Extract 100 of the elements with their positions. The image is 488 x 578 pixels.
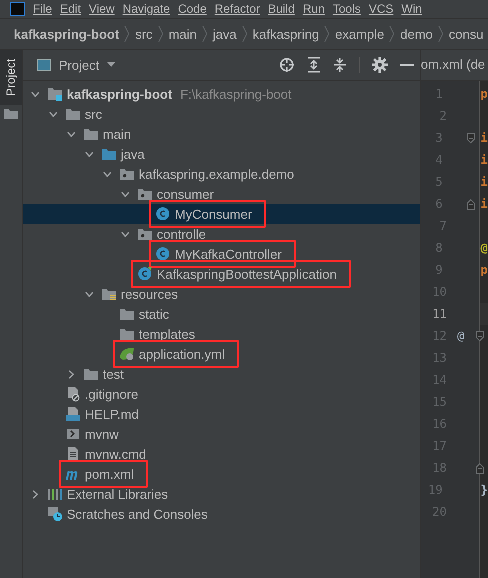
breadcrumb-item[interactable]: src [135, 26, 153, 42]
tree-row[interactable]: External Libraries [23, 484, 420, 504]
script-file-icon [65, 426, 81, 442]
tree-row[interactable]: kafkaspring-boot F:\kafkaspring-boot [23, 84, 420, 104]
tree-row[interactable]: MyKafkaController [23, 244, 420, 264]
gutter-mark: @ [457, 329, 465, 343]
chevron-icon[interactable] [121, 190, 130, 198]
menu-item[interactable]: Win [402, 2, 422, 16]
class-icon [137, 266, 153, 282]
tree-row[interactable]: static [23, 304, 420, 324]
tree-row[interactable]: test [23, 364, 420, 384]
menu-item[interactable]: Run [302, 2, 325, 16]
tree-row[interactable]: KafkaspringBoottestApplication [23, 264, 420, 284]
expand-all-icon[interactable] [307, 57, 321, 73]
class-icon [155, 246, 171, 262]
library-icon [47, 486, 63, 502]
app-icon[interactable] [10, 2, 25, 16]
chevron-icon [389, 24, 396, 44]
tree-row[interactable]: application.yml [23, 344, 420, 364]
tree-row[interactable]: controlle [23, 224, 420, 244]
code-text: } [480, 483, 488, 497]
chevron-icon [124, 24, 130, 44]
chevron-icon[interactable] [31, 90, 40, 98]
menu-item[interactable]: Tools [332, 2, 361, 16]
tree-row[interactable]: mvnw [23, 424, 420, 444]
markdown-file-icon [65, 406, 81, 422]
tree-row[interactable]: consumer [23, 184, 420, 204]
folder-icon [83, 126, 99, 142]
chevron-icon [202, 24, 208, 44]
package-icon [137, 226, 153, 242]
project-tool-tab[interactable]: Project [0, 50, 22, 105]
tree-row[interactable]: mvnw.cmd [23, 444, 420, 464]
chevron-icon [242, 24, 248, 44]
menu-item[interactable]: Code [178, 2, 207, 16]
code-text: @ [480, 241, 488, 255]
menu-item[interactable]: Refactor [214, 2, 260, 16]
file-icon [65, 386, 81, 402]
folder-icon [65, 106, 81, 122]
view-selector[interactable]: Project [37, 58, 116, 72]
chevron-icon[interactable] [103, 170, 112, 178]
unfold-icon[interactable] [466, 198, 475, 210]
chevron-icon [438, 24, 444, 44]
chevron-icon[interactable] [85, 290, 94, 298]
package-icon [119, 166, 135, 182]
code-text: i [480, 131, 488, 145]
folder-icon [83, 366, 99, 382]
tree-row[interactable]: pom.xml [23, 464, 420, 484]
tree-row[interactable]: java [23, 144, 420, 164]
chevron-icon[interactable] [31, 490, 40, 498]
locate-icon[interactable] [279, 57, 295, 73]
breadcrumb-item[interactable]: main [168, 26, 197, 42]
chevron-icon[interactable] [121, 230, 130, 238]
chevron-icon [324, 24, 330, 44]
tree-row[interactable]: kafkaspring.example.demo [23, 164, 420, 184]
breadcrumb-item[interactable]: consu [449, 26, 484, 42]
class-icon [155, 206, 171, 222]
tree-row[interactable]: src [23, 104, 420, 124]
window-icon [37, 59, 51, 71]
code-text: i [480, 197, 488, 211]
folder-icon [119, 306, 135, 322]
settings-icon[interactable] [372, 57, 388, 73]
code-text: i [480, 175, 488, 189]
folder-icon [101, 286, 117, 302]
tree-row[interactable]: main [23, 124, 420, 144]
menu-item[interactable]: Edit [60, 2, 82, 16]
scratch-icon [47, 506, 63, 522]
menu-item[interactable]: VCS [368, 2, 394, 16]
menu-item[interactable]: File [33, 2, 52, 16]
chevron-icon[interactable] [85, 150, 94, 158]
breadcrumb-item[interactable]: kafkaspring-boot [14, 26, 120, 42]
menu-item[interactable]: Build [268, 2, 295, 16]
tree-row[interactable]: HELP.md [23, 404, 420, 424]
code-text: i [480, 153, 488, 167]
chevron-icon[interactable] [67, 130, 76, 138]
chevron-icon [158, 24, 164, 44]
breadcrumb-item[interactable]: kafkaspring [252, 26, 320, 42]
editor-tab[interactable]: om.xml (de [421, 50, 488, 81]
folder-icon [119, 326, 135, 342]
minimize-icon[interactable] [400, 63, 414, 67]
tree-row[interactable]: .gitignore [23, 384, 420, 404]
menu-item[interactable]: View [89, 2, 115, 16]
folder-icon [4, 109, 18, 119]
breadcrumb-item[interactable]: java [213, 26, 237, 42]
code-text: p [480, 87, 488, 101]
leaf-icon [119, 346, 135, 362]
chevron-icon[interactable] [67, 370, 76, 378]
breadcrumb-item[interactable]: demo [400, 26, 434, 42]
unfold-icon[interactable] [476, 462, 484, 474]
tree-row[interactable]: resources [23, 284, 420, 304]
project-path: F:\kafkaspring-boot [180, 86, 292, 102]
breadcrumb-item[interactable]: example [335, 26, 384, 42]
menu-item[interactable]: Navigate [122, 2, 170, 16]
folder-icon [101, 146, 117, 162]
fold-icon[interactable] [466, 132, 475, 144]
collapse-all-icon[interactable] [333, 57, 347, 73]
tree-row[interactable]: Scratches and Consoles [23, 504, 420, 524]
fold-icon[interactable] [476, 330, 484, 342]
code-text: p [480, 263, 488, 277]
chevron-icon[interactable] [49, 110, 58, 118]
tree-row[interactable]: templates [23, 324, 420, 344]
